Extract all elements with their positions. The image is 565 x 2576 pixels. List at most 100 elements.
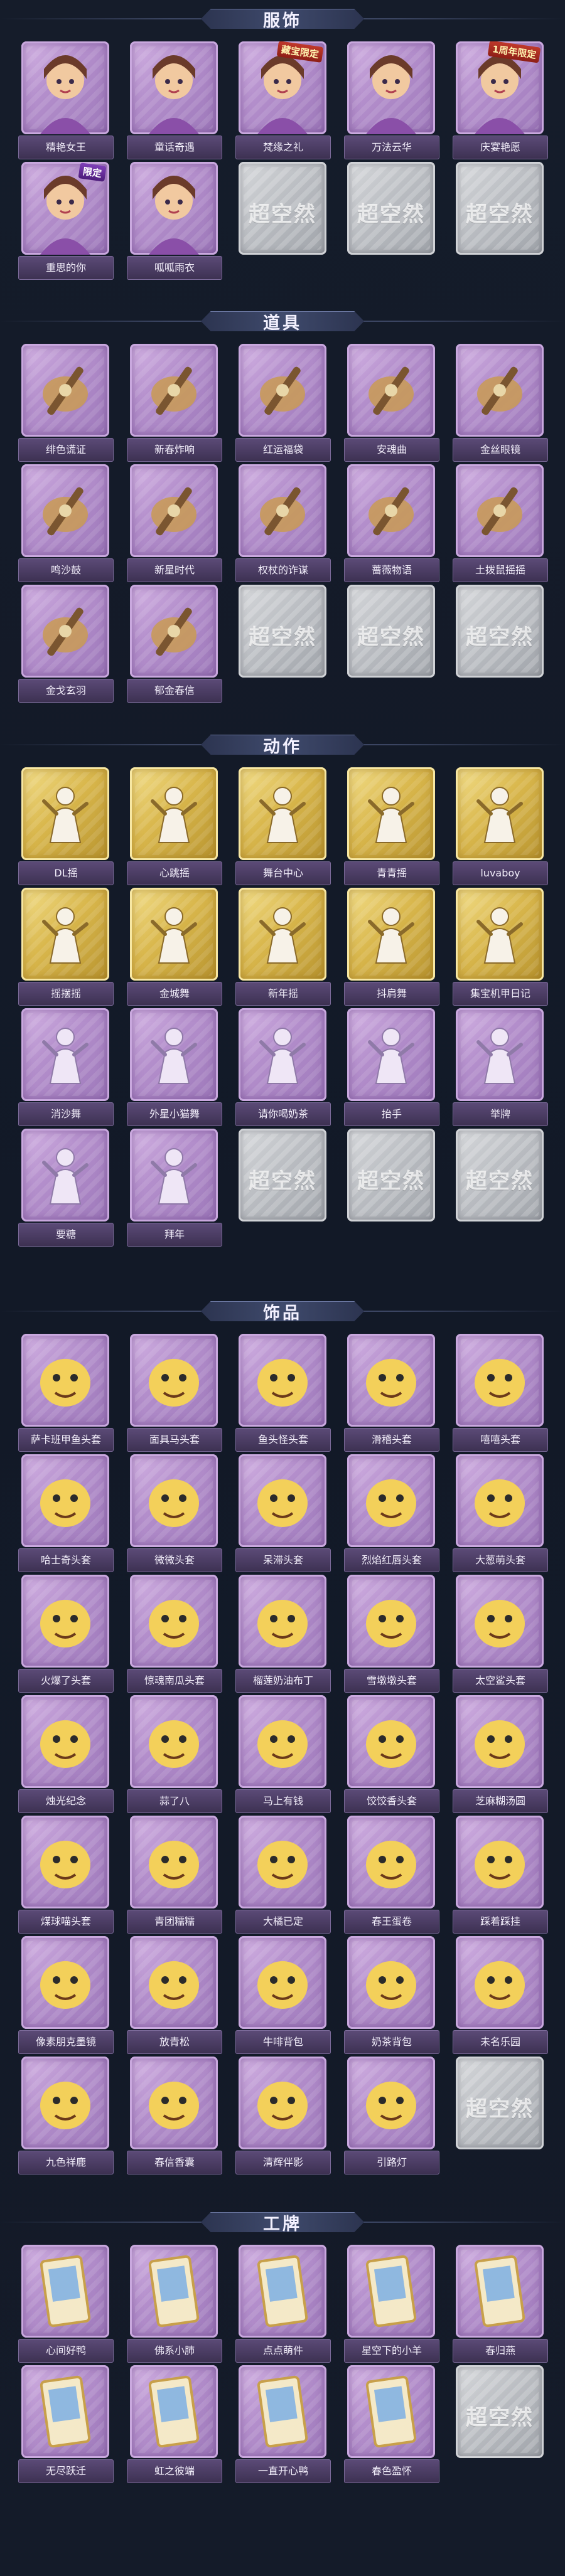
- item-slot[interactable]: 蒜了八: [127, 1695, 222, 1816]
- item-slot[interactable]: 红运福袋: [235, 344, 331, 464]
- item-name-label: 绯色谎证: [18, 438, 114, 462]
- item-name-label: 要糖: [18, 1223, 114, 1247]
- item-slot[interactable]: 引路灯: [344, 2057, 439, 2177]
- item-slot[interactable]: 像素朋克墨镜: [18, 1936, 114, 2057]
- item-slot[interactable]: 1周年限定 庆宴艳愿: [453, 41, 548, 162]
- item-slot[interactable]: 春色盈怀: [344, 2365, 439, 2486]
- item-name-label: 拜年: [127, 1223, 222, 1247]
- item-name-label: 金城舞: [127, 982, 222, 1006]
- item-card: [130, 1936, 218, 2029]
- item-slot[interactable]: 呆滞头套: [235, 1454, 331, 1575]
- item-slot[interactable]: 鱼头怪头套: [235, 1334, 331, 1454]
- item-slot[interactable]: 藏宝限定 梵缘之礼: [235, 41, 331, 162]
- item-slot[interactable]: 郁金春信: [127, 585, 222, 705]
- item-slot[interactable]: 呱呱雨衣: [127, 162, 222, 282]
- item-slot[interactable]: 春王蛋卷: [344, 1816, 439, 1936]
- item-slot[interactable]: 太空鲨头套: [453, 1575, 548, 1695]
- item-slot[interactable]: 权杖的诈谋: [235, 464, 331, 585]
- item-slot[interactable]: 新年摇: [235, 888, 331, 1008]
- item-slot[interactable]: 雪墩墩头套: [344, 1575, 439, 1695]
- item-slot[interactable]: 萨卡班甲鱼头套: [18, 1334, 114, 1454]
- item-slot[interactable]: 无尽跃迁: [18, 2365, 114, 2486]
- item-slot[interactable]: 马上有钱: [235, 1695, 331, 1816]
- item-slot[interactable]: 九色祥鹿: [18, 2057, 114, 2177]
- item-card: [21, 1936, 109, 2029]
- item-slot[interactable]: 放青松: [127, 1936, 222, 2057]
- item-slot[interactable]: 嘻嘻头套: [453, 1334, 548, 1454]
- item-slot[interactable]: 集宝机甲日记: [453, 888, 548, 1008]
- item-slot[interactable]: DL摇: [18, 767, 114, 888]
- item-slot[interactable]: 精艳女王: [18, 41, 114, 162]
- item-slot[interactable]: 清辉伴影: [235, 2057, 331, 2177]
- item-slot[interactable]: 春归燕: [453, 2245, 548, 2365]
- section-title-banner: 饰品: [0, 1297, 565, 1325]
- item-name-label: 春信香囊: [127, 2151, 222, 2174]
- item-slot[interactable]: 外星小猫舞: [127, 1008, 222, 1129]
- item-slot[interactable]: 佛系小肺: [127, 2245, 222, 2365]
- item-slot[interactable]: 踩着踩挂: [453, 1816, 548, 1936]
- item-slot[interactable]: 惊魂南瓜头套: [127, 1575, 222, 1695]
- item-name-label: 重思的你: [18, 256, 114, 280]
- item-slot[interactable]: 大葱萌头套: [453, 1454, 548, 1575]
- item-slot[interactable]: 滑稽头套: [344, 1334, 439, 1454]
- item-slot[interactable]: 摇摆摇: [18, 888, 114, 1008]
- item-card: [456, 888, 544, 981]
- item-slot[interactable]: 抖肩舞: [344, 888, 439, 1008]
- item-slot[interactable]: 点点萌件: [235, 2245, 331, 2365]
- item-slot[interactable]: 奶茶背包: [344, 1936, 439, 2057]
- item-slot[interactable]: 青团糯糯: [127, 1816, 222, 1936]
- item-slot[interactable]: 举牌: [453, 1008, 548, 1129]
- item-name-label: 佛系小肺: [127, 2339, 222, 2363]
- item-slot[interactable]: 牛啡背包: [235, 1936, 331, 2057]
- item-slot[interactable]: 大橘已定: [235, 1816, 331, 1936]
- item-card: [239, 464, 326, 557]
- item-slot[interactable]: 土拨鼠摇摇: [453, 464, 548, 585]
- item-slot[interactable]: 星空下的小羊: [344, 2245, 439, 2365]
- item-slot[interactable]: 面具马头套: [127, 1334, 222, 1454]
- husky-head-icon: [40, 1479, 90, 1527]
- item-slot[interactable]: 春信香囊: [127, 2057, 222, 2177]
- item-slot[interactable]: 芝麻糊汤圆: [453, 1695, 548, 1816]
- item-slot[interactable]: 金戈玄羽: [18, 585, 114, 705]
- item-slot[interactable]: 蔷薇物语: [344, 464, 439, 585]
- item-slot[interactable]: 拜年: [127, 1129, 222, 1249]
- item-slot[interactable]: 金城舞: [127, 888, 222, 1008]
- item-slot[interactable]: 榴莲奶油布丁: [235, 1575, 331, 1695]
- item-name-label: 万法云华: [344, 136, 439, 159]
- watermark-logo: 超空然: [466, 2097, 534, 2122]
- item-slot[interactable]: 新春炸响: [127, 344, 222, 464]
- item-slot[interactable]: 请你喝奶茶: [235, 1008, 331, 1129]
- item-slot[interactable]: 心跳摇: [127, 767, 222, 888]
- lantern-icon: [43, 607, 88, 656]
- item-slot[interactable]: 鸣沙鼓: [18, 464, 114, 585]
- item-slot[interactable]: luvaboy: [453, 767, 548, 888]
- item-card: 超空然: [239, 162, 326, 255]
- item-slot[interactable]: 绯色谎证: [18, 344, 114, 464]
- item-slot[interactable]: 微微头套: [127, 1454, 222, 1575]
- item-name-label: 新年摇: [235, 982, 331, 1006]
- item-card: 超空然: [347, 585, 435, 678]
- item-slot[interactable]: 哈士奇头套: [18, 1454, 114, 1575]
- item-slot[interactable]: 心间好鸭: [18, 2245, 114, 2365]
- item-slot[interactable]: 一直开心鸭: [235, 2365, 331, 2486]
- candle-head-icon: [40, 1720, 90, 1768]
- item-slot[interactable]: 青青摇: [344, 767, 439, 888]
- item-slot[interactable]: 舞台中心: [235, 767, 331, 888]
- smirk-emoji-head-icon: [366, 1359, 416, 1407]
- item-slot[interactable]: 虹之彼端: [127, 2365, 222, 2486]
- item-slot[interactable]: 要糖: [18, 1129, 114, 1249]
- item-slot[interactable]: 限定 重思的你: [18, 162, 114, 282]
- item-slot[interactable]: 万法云华: [344, 41, 439, 162]
- item-slot[interactable]: 金丝眼镜: [453, 344, 548, 464]
- item-slot[interactable]: 抬手: [344, 1008, 439, 1129]
- item-slot[interactable]: 未名乐园: [453, 1936, 548, 2057]
- item-slot[interactable]: 烛光纪念: [18, 1695, 114, 1816]
- item-slot[interactable]: 烈焰红唇头套: [344, 1454, 439, 1575]
- item-slot[interactable]: 消沙舞: [18, 1008, 114, 1129]
- item-slot[interactable]: 安魂曲: [344, 344, 439, 464]
- item-slot[interactable]: 饺饺香头套: [344, 1695, 439, 1816]
- item-slot[interactable]: 火爆了头套: [18, 1575, 114, 1695]
- item-slot[interactable]: 新星时代: [127, 464, 222, 585]
- item-slot[interactable]: 煤球喵头套: [18, 1816, 114, 1936]
- item-slot[interactable]: 童话奇遇: [127, 41, 222, 162]
